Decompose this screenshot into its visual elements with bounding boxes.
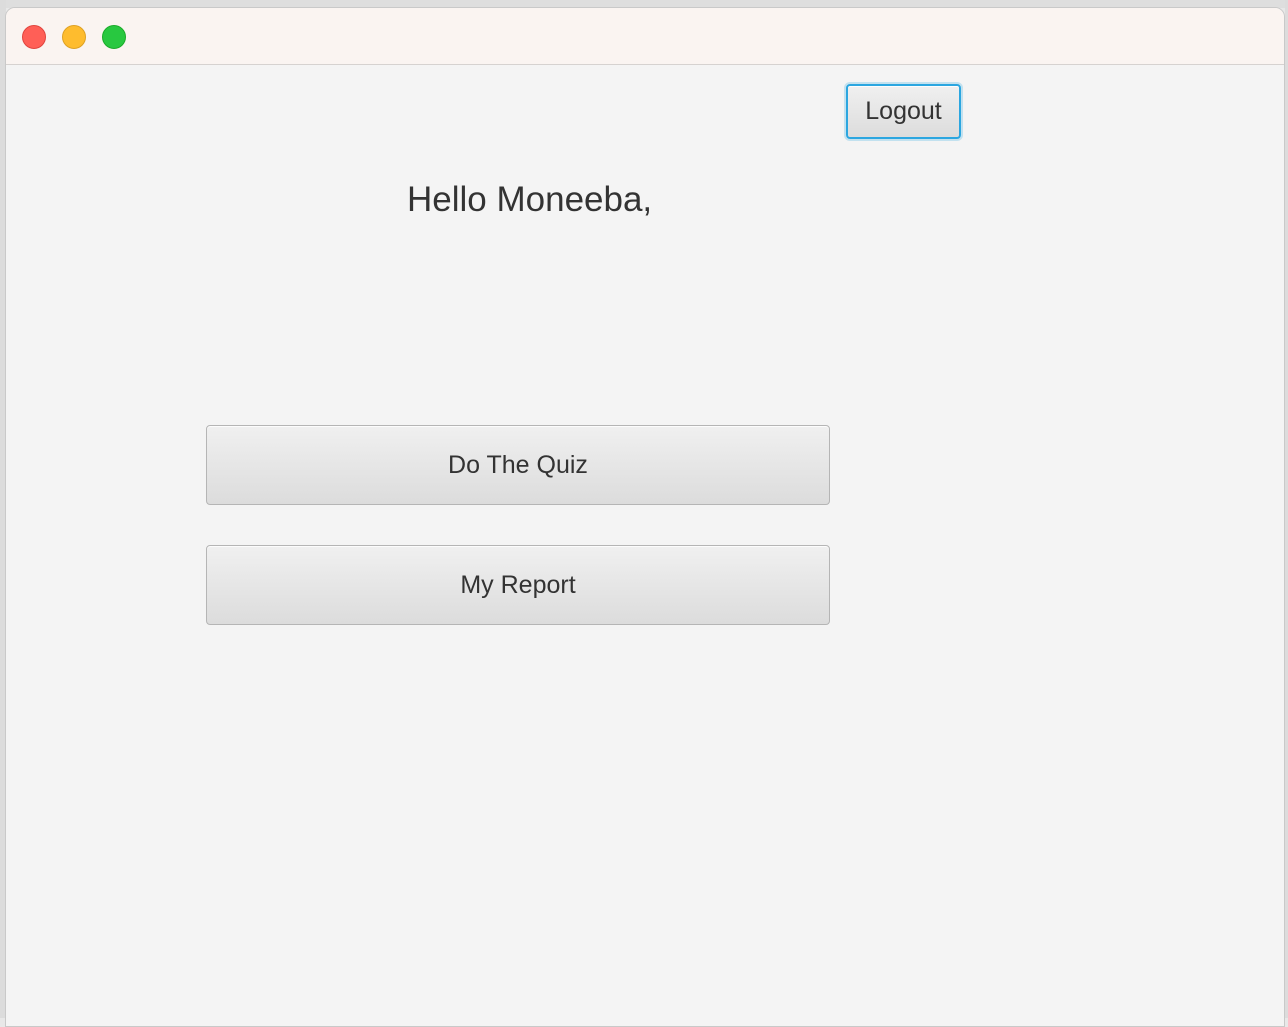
app-window: Logout Hello Moneeba, Do The Quiz My Rep… xyxy=(5,7,1285,1027)
my-report-button[interactable]: My Report xyxy=(206,545,830,625)
do-the-quiz-button[interactable]: Do The Quiz xyxy=(206,425,830,505)
greeting-text: Hello Moneeba, xyxy=(407,180,653,219)
minimize-icon[interactable] xyxy=(62,25,86,49)
logout-button[interactable]: Logout xyxy=(846,84,961,139)
maximize-icon[interactable] xyxy=(102,25,126,49)
title-bar xyxy=(6,8,1284,65)
close-icon[interactable] xyxy=(22,25,46,49)
